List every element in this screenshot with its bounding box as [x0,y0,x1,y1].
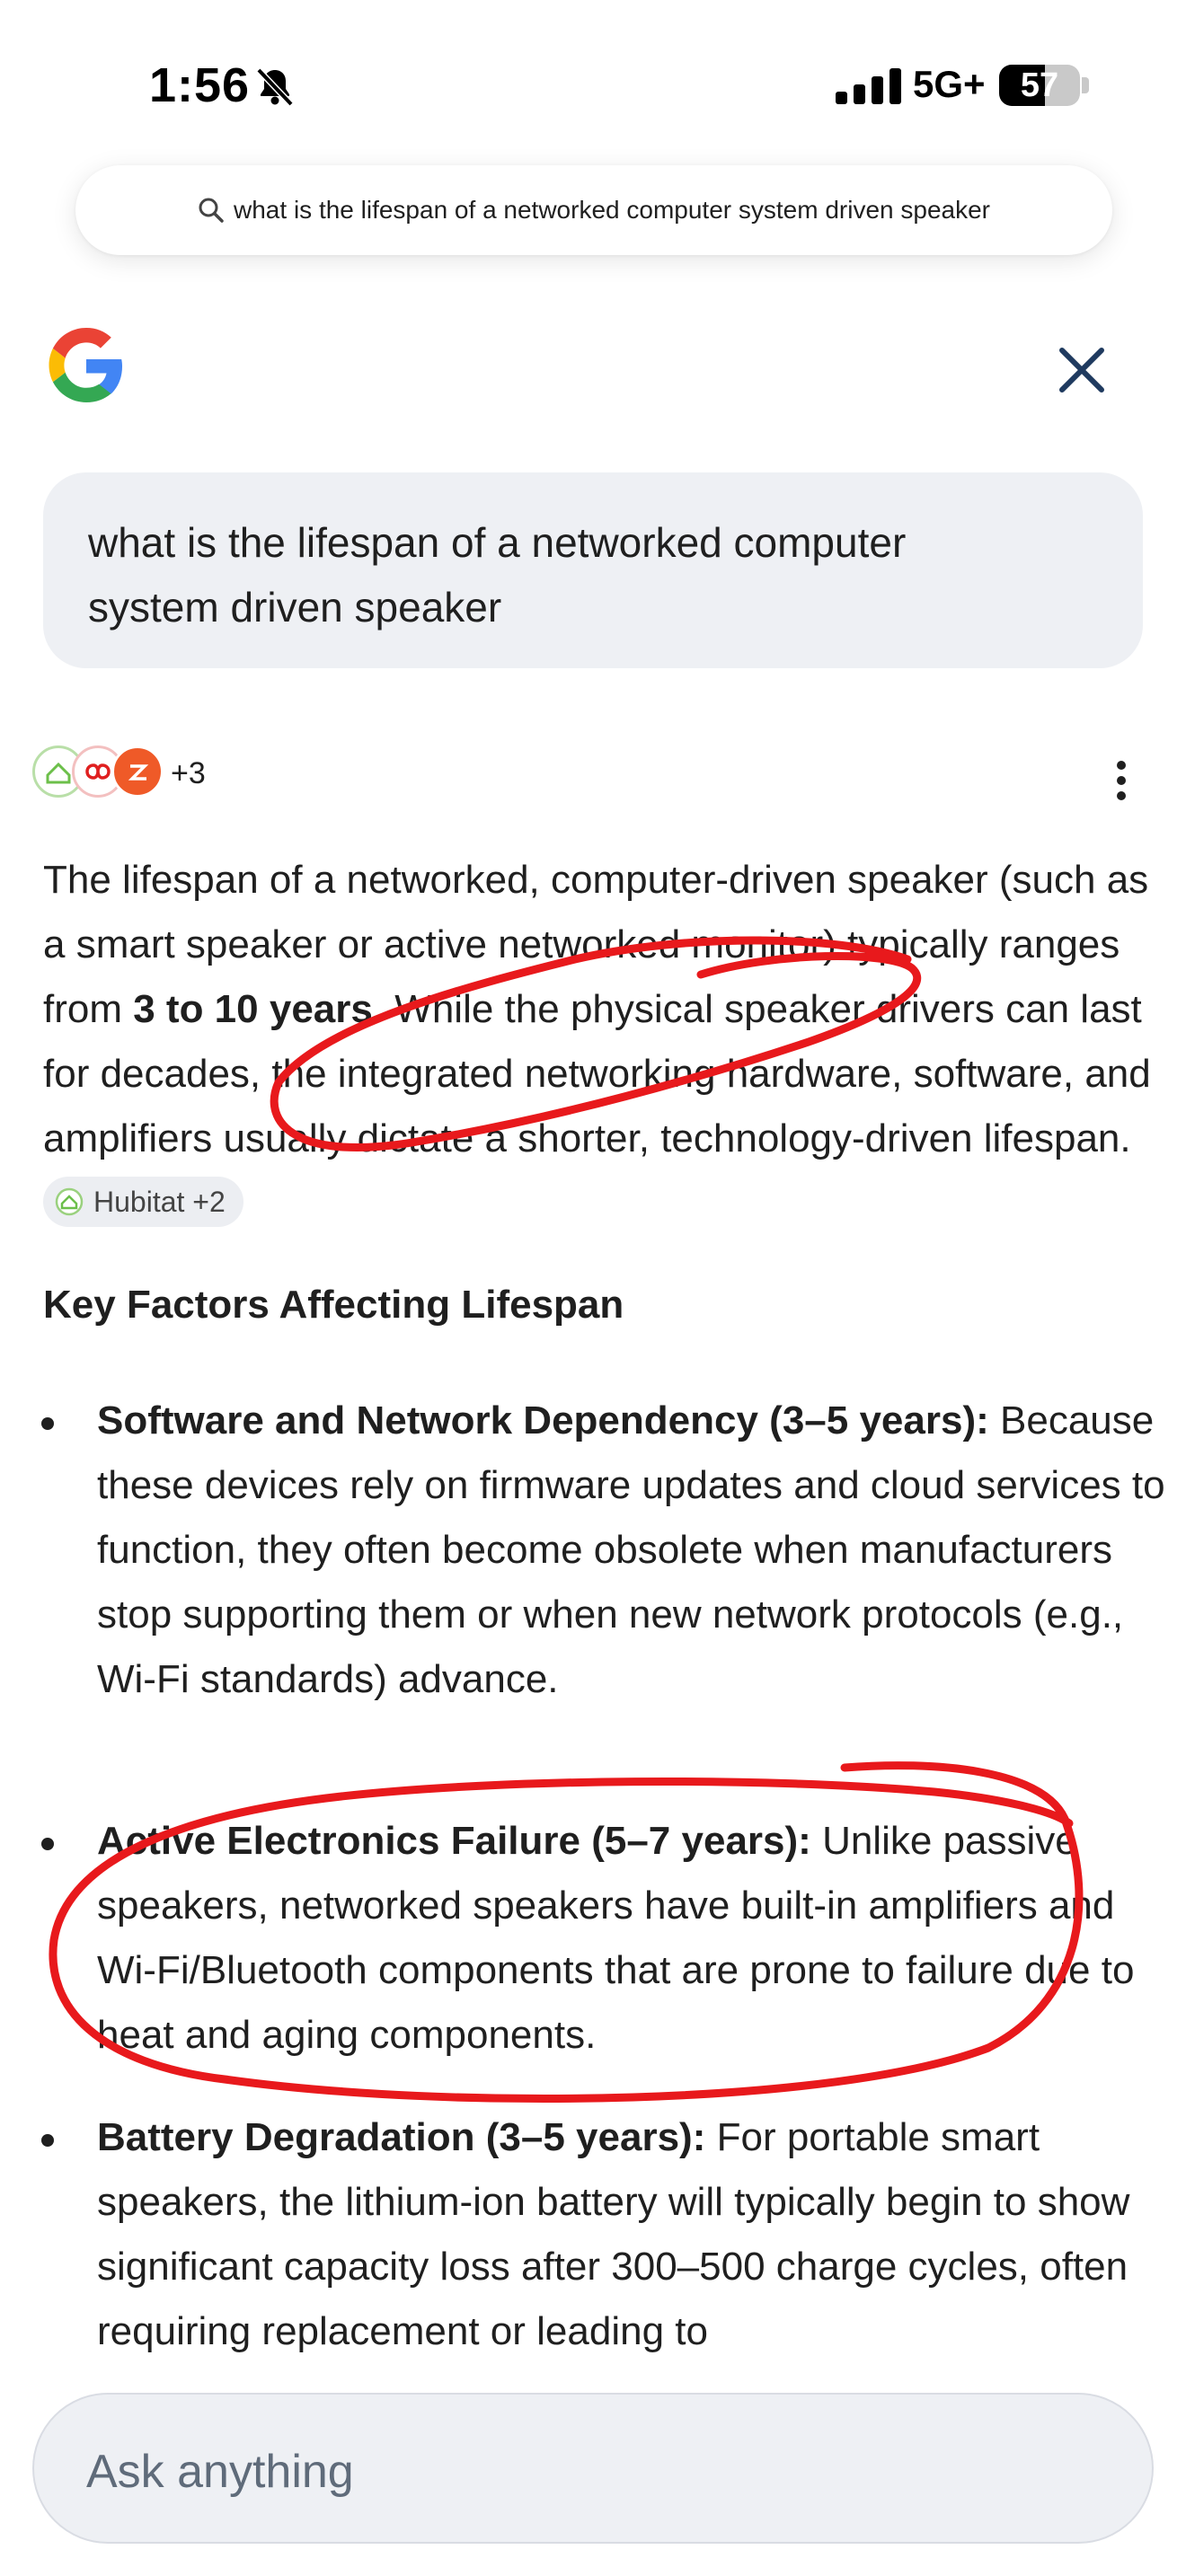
cell-signal-icon [836,68,901,104]
more-sources-count[interactable]: +3 [171,756,206,791]
bullet-dot [41,1417,54,1430]
search-bar[interactable]: what is the lifespan of a networked comp… [75,165,1112,255]
answer-intro: The lifespan of a networked, computer-dr… [43,848,1166,1236]
bullet-dot [41,2134,54,2147]
hubitat-icon [55,1188,84,1216]
list-item: Active Electronics Failure (5–7 years): … [97,1809,1175,2068]
more-options-icon[interactable] [1114,760,1128,801]
silent-bell-icon [256,67,294,107]
bullet-dot [41,1838,54,1850]
query-line-1: what is the lifespan of a networked comp… [88,519,907,566]
user-query-bubble: what is the lifespan of a networked comp… [43,472,1143,668]
ask-input-placeholder: Ask anything [86,2446,354,2498]
network-type: 5G+ [913,63,986,105]
intro-bold: 3 to 10 years [133,987,373,1031]
source-favicon-3[interactable] [111,745,164,798]
bullet-title: Active Electronics Failure (5–7 years): [97,1819,811,1863]
search-query: what is the lifespan of a networked comp… [234,196,990,224]
orange-logo-icon [128,764,149,781]
list-item: Software and Network Dependency (3–5 yea… [97,1389,1175,1712]
bullet-title: Software and Network Dependency (3–5 yea… [97,1398,989,1442]
battery-level: 57 [1020,66,1059,104]
battery-cap [1082,77,1089,93]
google-logo-icon [49,328,122,402]
section-heading: Key Factors Affecting Lifespan [43,1283,624,1327]
search-icon [199,198,224,223]
close-icon[interactable] [1057,345,1107,395]
query-line-2: system driven speaker [88,584,502,631]
citation-chip-label: Hubitat +2 [93,1186,226,1219]
battery-icon: 57 [999,65,1080,106]
status-time: 1:56 [149,58,251,112]
bullet-title: Battery Degradation (3–5 years): [97,2115,706,2159]
list-item: Battery Degradation (3–5 years): For por… [97,2105,1175,2364]
bullet-text: Because these devices rely on firmware u… [97,1398,1165,1701]
citation-chip[interactable]: Hubitat +2 [43,1177,243,1228]
